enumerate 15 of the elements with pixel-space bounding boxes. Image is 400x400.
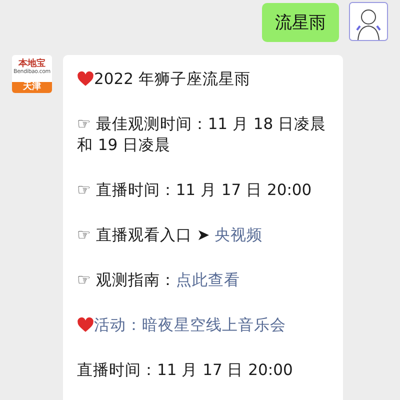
message-text: 直播时间：11 月 17 日 20:00 [77, 361, 293, 379]
avatar-icon[interactable] [349, 2, 388, 41]
sent-message: 流星雨 [262, 3, 339, 42]
logo-text: 本地宝 [18, 59, 46, 69]
message-text: ☞ 直播时间：11 月 17 日 20:00 [77, 181, 312, 199]
message-link[interactable]: 央视频 [214, 226, 263, 244]
message-text: ☞ 直播观看入口 ➤ [77, 226, 211, 244]
message-text: 2022 年狮子座流星雨 [94, 70, 250, 88]
message-link[interactable]: 活动：暗夜星空线上音乐会 [94, 316, 286, 334]
city-label: 天津 [12, 82, 52, 93]
message-link[interactable]: 点此查看 [176, 271, 240, 289]
heart-icon [77, 317, 94, 334]
message-text: ☞ 观测指南： [77, 271, 176, 289]
heart-icon [77, 71, 94, 88]
message-text: ☞ 最佳观测时间：11 月 18 日凌晨和 19 日凌晨 [77, 115, 326, 154]
